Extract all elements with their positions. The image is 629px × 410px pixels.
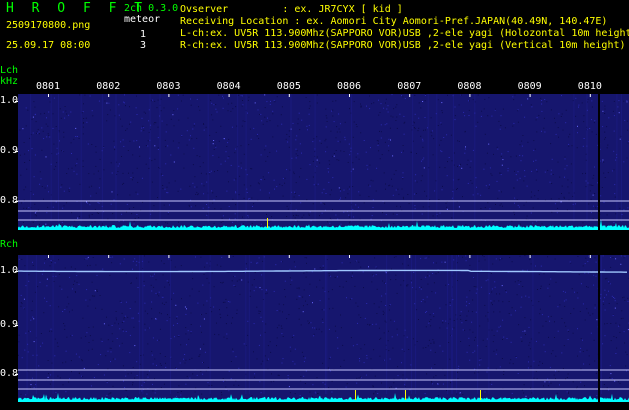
noise-streak (58, 94, 59, 222)
noise-streak (263, 255, 265, 394)
freq-tick-label: 0.8 (0, 368, 19, 379)
noise-streak (50, 94, 52, 222)
freq-tick-label: 1.0 (0, 95, 19, 106)
noise-streak (412, 94, 414, 222)
noise-streak (451, 255, 453, 394)
noise-streak (601, 255, 602, 394)
minute-tick (108, 94, 110, 97)
noise-streak (139, 255, 141, 394)
noise-streak (26, 255, 28, 394)
noise-streak (351, 94, 353, 222)
minute-tick (48, 255, 49, 258)
minute-tick (409, 255, 411, 258)
minute-tick (589, 94, 591, 97)
noise-streak (159, 94, 161, 222)
noise-streak (326, 255, 328, 394)
noise-streak (474, 94, 476, 222)
rch-spectrogram-panel (15, 255, 629, 402)
noise-streak (456, 255, 458, 394)
noise-streak (169, 255, 171, 394)
noise-streak (477, 255, 479, 394)
noise-streak (325, 255, 326, 394)
noise-streak (30, 94, 32, 222)
freq-tick-label: 0.9 (0, 145, 19, 156)
meteor-marker (405, 390, 406, 400)
noise-streak (314, 94, 316, 222)
freq-tick-label: 0.8 (0, 195, 19, 206)
noise-streak (404, 255, 406, 394)
noise-streak (248, 255, 250, 394)
hour-boundary-line (598, 94, 600, 230)
minute-tick (409, 94, 411, 97)
minute-tick (349, 255, 350, 258)
noise-streak (142, 255, 144, 394)
freq-tick-label: 1.0 (0, 265, 19, 276)
noise-streak (290, 94, 292, 222)
noise-streak (209, 255, 211, 394)
lch-spectrogram-panel (15, 94, 629, 230)
minute-tick (228, 94, 230, 97)
noise-streak (436, 94, 438, 222)
minute-tick (349, 94, 350, 97)
minute-tick (168, 94, 170, 97)
minute-tick (288, 94, 290, 97)
minute-tick (228, 255, 230, 258)
noise-streak (616, 94, 618, 222)
meteor-marker (267, 218, 268, 228)
minute-tick (168, 255, 170, 258)
minute-tick (529, 255, 531, 258)
noise-streak (245, 94, 247, 222)
noise-streak (80, 94, 82, 222)
minute-tick (469, 94, 471, 97)
noise-streak (237, 94, 239, 222)
minute-tick (108, 255, 110, 258)
noise-streak (52, 255, 54, 394)
minute-tick (288, 255, 290, 258)
noise-streak (586, 94, 588, 222)
noise-streak (207, 94, 209, 222)
noise-streak (411, 255, 413, 394)
noise-streak (149, 94, 151, 222)
spectrogram-canvas (15, 94, 629, 402)
freq-tick-label: 0.9 (0, 319, 19, 330)
noise-streak (452, 94, 454, 222)
noise-streak (115, 94, 117, 222)
meteor-marker (355, 390, 356, 400)
hour-boundary-line (598, 255, 600, 402)
noise-streak (620, 94, 622, 222)
noise-streak (447, 255, 449, 394)
spectrogram-background (18, 94, 629, 230)
noise-streak (415, 255, 417, 394)
noise-streak (573, 94, 575, 222)
noise-streak (488, 255, 490, 394)
minute-tick (48, 94, 49, 97)
noise-streak (386, 255, 388, 394)
noise-streak (427, 94, 429, 222)
noise-streak (35, 255, 37, 394)
noise-streak (101, 94, 103, 222)
noise-streak (532, 255, 534, 394)
minute-tick (589, 255, 591, 258)
minute-tick (469, 255, 471, 258)
meteor-marker (480, 390, 481, 400)
minute-tick (529, 94, 531, 97)
noise-streak (245, 255, 247, 394)
